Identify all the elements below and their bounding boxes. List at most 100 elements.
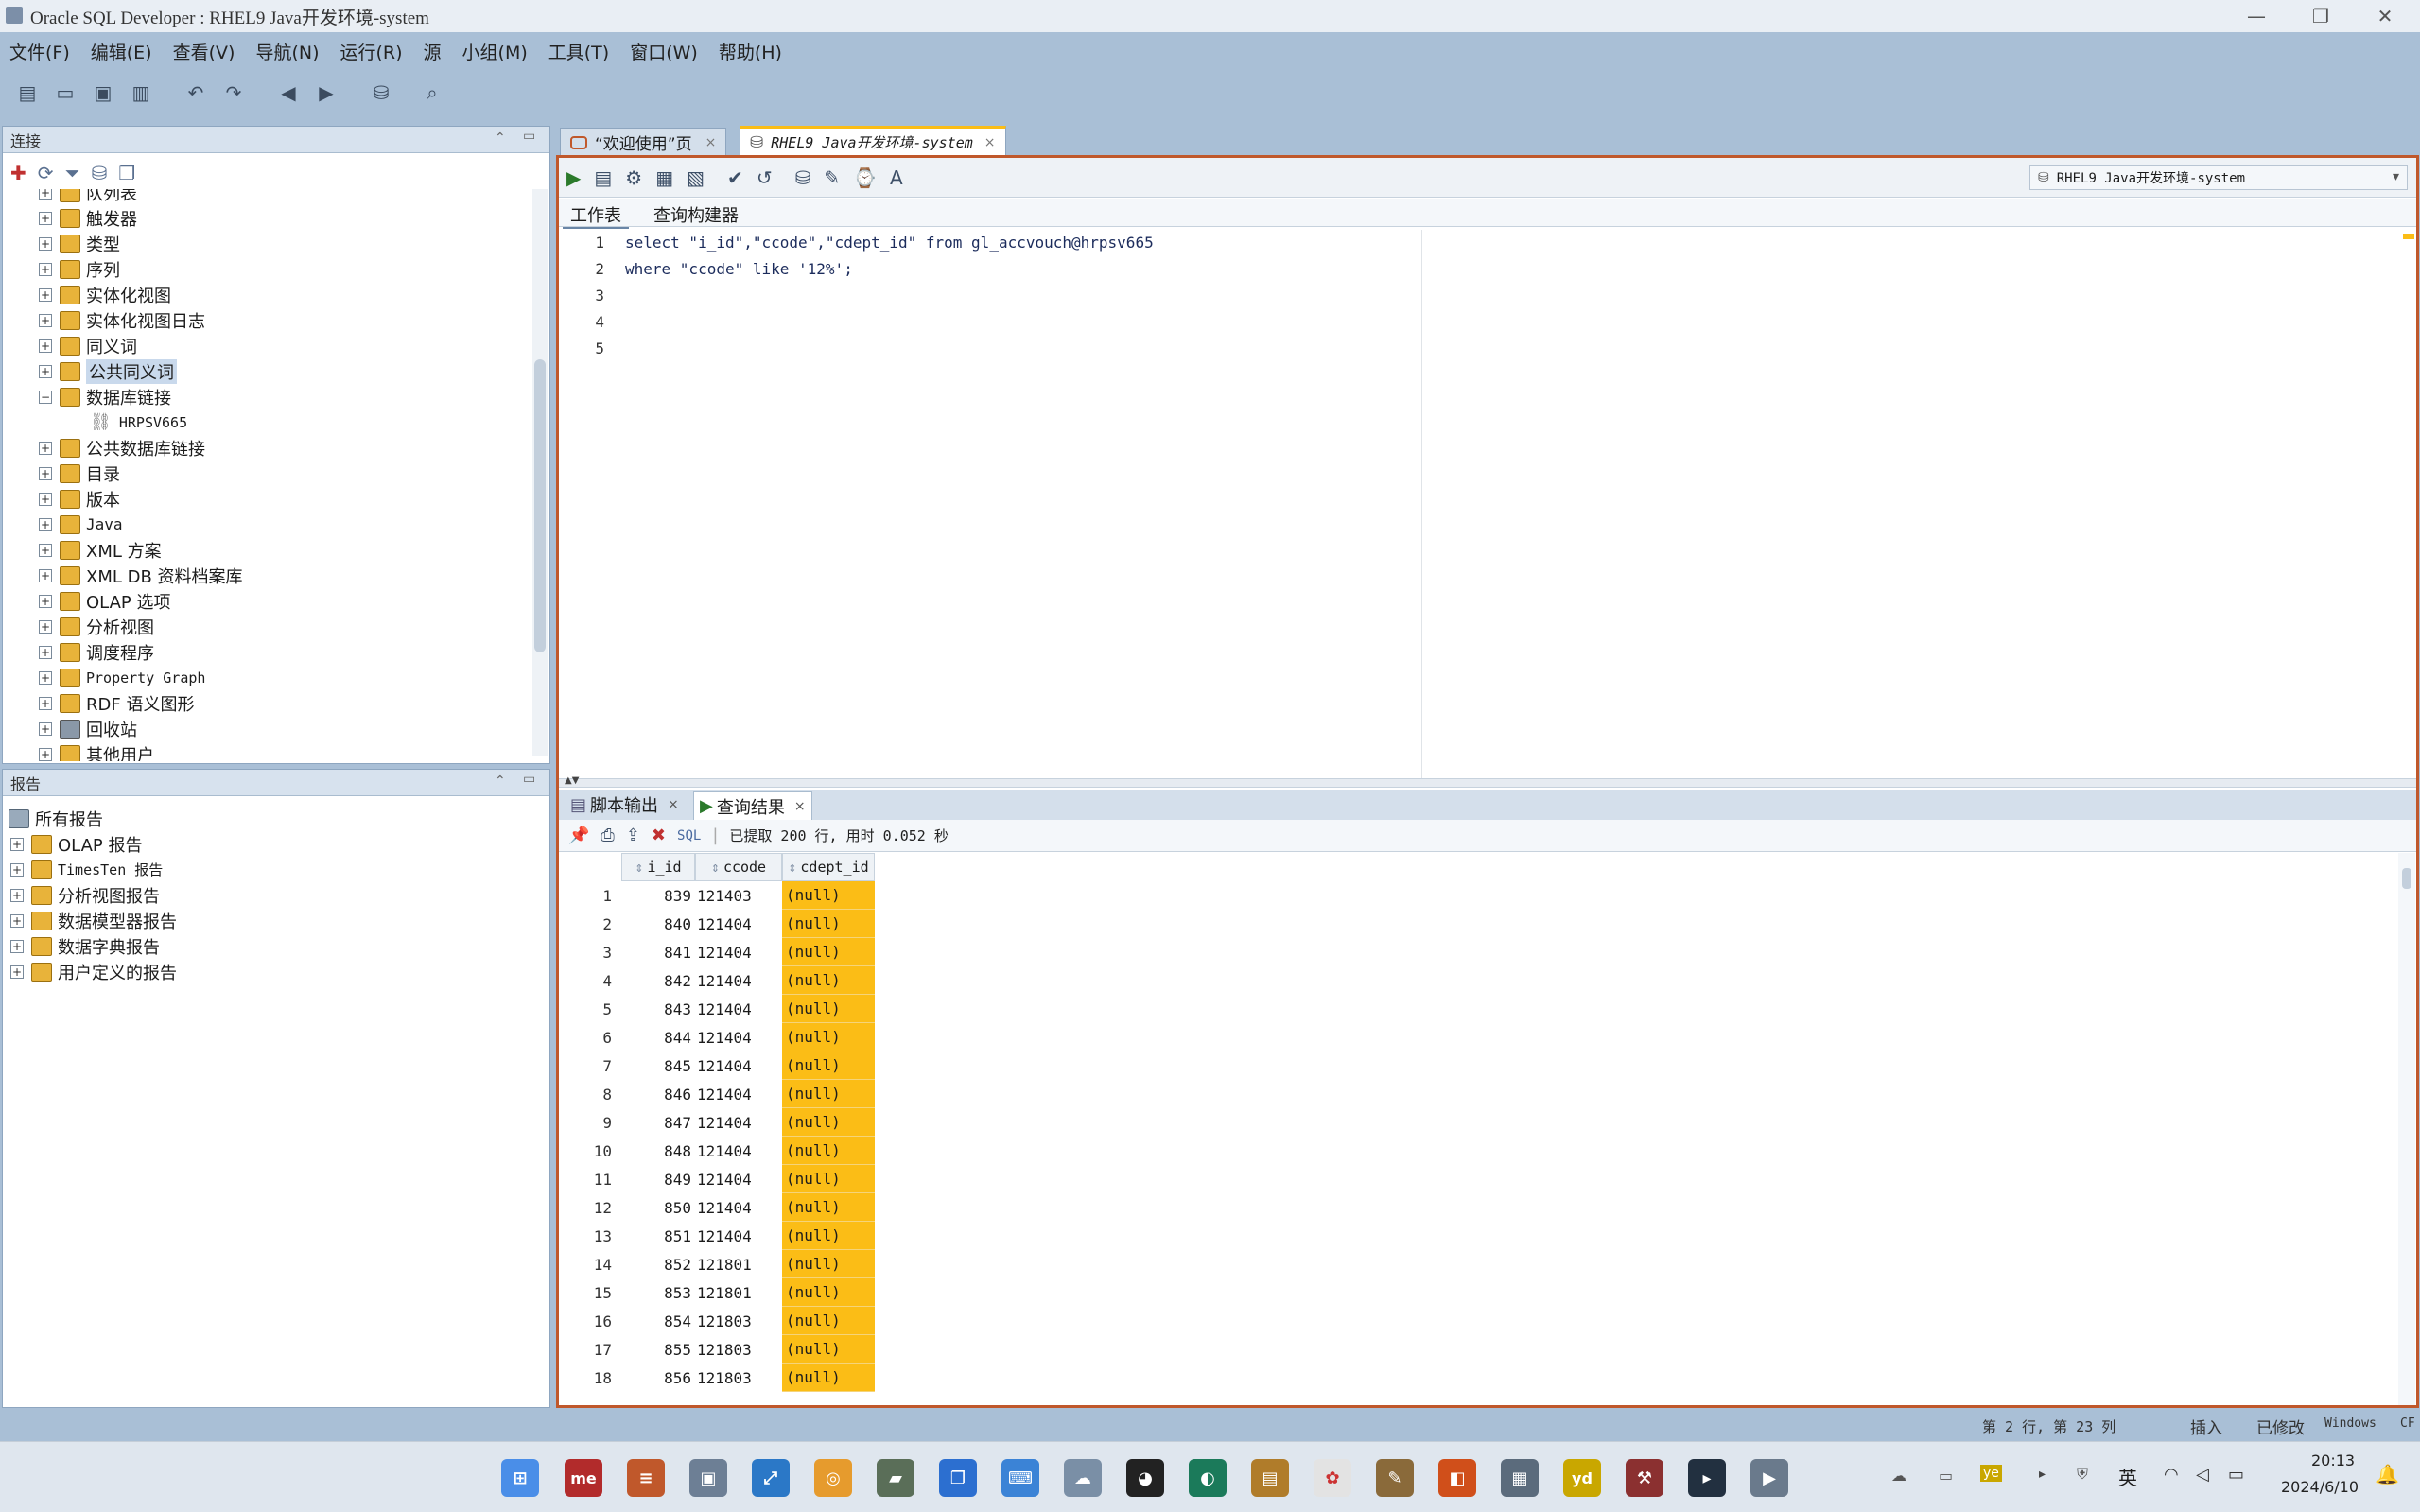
shield-icon[interactable]: ⛨ <box>2077 1465 2088 1484</box>
unshared-icon[interactable]: ⛁ <box>795 166 811 189</box>
tree-item[interactable]: + 分析视图 <box>39 614 154 639</box>
tab-query-builder[interactable]: 查询构建器 <box>653 202 739 227</box>
close-tab-icon[interactable]: × <box>705 135 717 150</box>
photo-icon[interactable]: ▰ <box>877 1459 914 1497</box>
table-row[interactable]: 18 856 121803 (null) <box>559 1364 875 1392</box>
refresh-icon[interactable]: ⟳ <box>38 162 54 184</box>
tree-item[interactable]: + Property Graph <box>39 665 205 690</box>
cell-ccode[interactable]: 121803 <box>695 1312 782 1330</box>
cell-cdept-id[interactable]: (null) <box>782 1080 875 1108</box>
cell-cdept-id[interactable]: (null) <box>782 1051 875 1080</box>
sql-link[interactable]: SQL <box>677 828 701 843</box>
tree-item[interactable]: + 实体化视图日志 <box>39 307 205 333</box>
maximize-button[interactable]: ❐ <box>2292 0 2349 32</box>
open-folder-icon[interactable]: ▭ <box>51 78 79 107</box>
commit-icon[interactable]: ✔ <box>727 166 743 189</box>
table-row[interactable]: 3 841 121404 (null) <box>559 938 875 966</box>
tool-icon-2[interactable]: ⚒ <box>1626 1459 1663 1497</box>
cell-i-id[interactable]: 852 <box>621 1256 695 1274</box>
report-item[interactable]: + 数据字典报告 <box>10 933 160 959</box>
cell-i-id[interactable]: 847 <box>621 1114 695 1132</box>
editor-icon[interactable]: ✎ <box>1376 1459 1414 1497</box>
app-icon-2[interactable]: ▤ <box>1251 1459 1289 1497</box>
tree-scrollbar[interactable] <box>532 189 548 756</box>
cell-i-id[interactable]: 851 <box>621 1227 695 1245</box>
cell-i-id[interactable]: 839 <box>621 887 695 905</box>
close-button[interactable]: ✕ <box>2357 0 2413 32</box>
cell-ccode[interactable]: 121404 <box>695 1057 782 1075</box>
cell-i-id[interactable]: 853 <box>621 1284 695 1302</box>
menu-help[interactable]: 帮助(H) <box>719 39 782 64</box>
collapse-icon[interactable]: ⌃ <box>495 130 506 146</box>
table-row[interactable]: 12 850 121404 (null) <box>559 1193 875 1222</box>
minimize-panel-icon[interactable]: ▭ <box>523 772 535 787</box>
add-connection-icon[interactable]: ✚ <box>10 162 26 184</box>
cell-ccode[interactable]: 121404 <box>695 1227 782 1245</box>
table-row[interactable]: 2 840 121404 (null) <box>559 910 875 938</box>
cell-cdept-id[interactable]: (null) <box>782 1250 875 1278</box>
report-item[interactable]: + TimesTen 报告 <box>10 857 163 882</box>
table-row[interactable]: 17 855 121803 (null) <box>559 1335 875 1364</box>
cell-ccode[interactable]: 121404 <box>695 1086 782 1104</box>
tree-item[interactable]: + 公共数据库链接 <box>39 435 205 461</box>
cell-cdept-id[interactable]: (null) <box>782 1023 875 1051</box>
cell-ccode[interactable]: 121803 <box>695 1369 782 1387</box>
cell-i-id[interactable]: 841 <box>621 944 695 962</box>
tree-item[interactable]: + 队列表 <box>39 189 137 205</box>
calculator-icon[interactable]: ▦ <box>1501 1459 1539 1497</box>
youdao-icon[interactable]: yd <box>1563 1459 1601 1497</box>
cell-ccode[interactable]: 121403 <box>695 887 782 905</box>
tree-item-expanded[interactable]: − 数据库链接 <box>39 384 171 409</box>
save-icon[interactable]: ▣ <box>89 78 117 107</box>
cell-ccode[interactable]: 121803 <box>695 1341 782 1359</box>
history-icon[interactable]: ⌚ <box>853 166 877 189</box>
menu-window[interactable]: 窗口(W) <box>630 39 698 64</box>
tool-icon[interactable]: ⤢ <box>752 1459 790 1497</box>
table-row[interactable]: 14 852 121801 (null) <box>559 1250 875 1278</box>
tree-item[interactable]: + XML DB 资料档案库 <box>39 563 243 588</box>
cell-ccode[interactable]: 121801 <box>695 1256 782 1274</box>
table-row[interactable]: 6 844 121404 (null) <box>559 1023 875 1051</box>
table-row[interactable]: 7 845 121404 (null) <box>559 1051 875 1080</box>
clock-date[interactable]: 2024/6/10 <box>2281 1478 2359 1496</box>
chat-icon[interactable]: ☁ <box>1064 1459 1102 1497</box>
tree-item[interactable]: + 同义词 <box>39 333 137 358</box>
tree-child-dblink[interactable]: ⛓ HRPSV665 <box>90 409 187 435</box>
cell-cdept-id[interactable]: (null) <box>782 995 875 1023</box>
tab-script-output[interactable]: ▤ 脚本输出 × <box>565 791 685 818</box>
terminal-icon[interactable]: ⌨ <box>1001 1459 1039 1497</box>
cell-cdept-id[interactable]: (null) <box>782 1307 875 1335</box>
table-row[interactable]: 11 849 121404 (null) <box>559 1165 875 1193</box>
cell-ccode[interactable]: 121404 <box>695 1000 782 1018</box>
app-me-icon[interactable]: me <box>565 1459 602 1497</box>
cell-i-id[interactable]: 850 <box>621 1199 695 1217</box>
reports-root[interactable]: 所有报告 <box>9 806 103 831</box>
tray-icon[interactable]: ▭ <box>1939 1467 1953 1485</box>
cell-ccode[interactable]: 121801 <box>695 1284 782 1302</box>
cell-cdept-id[interactable]: (null) <box>782 1108 875 1137</box>
cell-i-id[interactable]: 843 <box>621 1000 695 1018</box>
tree-item[interactable]: + OLAP 选项 <box>39 588 171 614</box>
tree-item[interactable]: + XML 方案 <box>39 537 162 563</box>
ime-indicator[interactable]: 英 <box>2118 1463 2137 1490</box>
cell-i-id[interactable]: 845 <box>621 1057 695 1075</box>
battery-icon[interactable]: ▭ <box>2228 1465 2244 1485</box>
tree-item[interactable]: + 触发器 <box>39 205 137 231</box>
rollback-icon[interactable]: ↺ <box>757 166 773 189</box>
cell-ccode[interactable]: 121404 <box>695 1171 782 1189</box>
grid-scrollbar[interactable] <box>2398 853 2415 1405</box>
scroll-thumb[interactable] <box>534 359 546 652</box>
column-header[interactable]: ⇕ ccode <box>695 853 782 881</box>
tab-welcome[interactable]: “欢迎使用”页 × <box>560 128 727 156</box>
cell-i-id[interactable]: 848 <box>621 1142 695 1160</box>
close-tab-icon[interactable]: × <box>984 135 996 150</box>
tree-item[interactable]: + 目录 <box>39 461 120 486</box>
column-header[interactable]: ⇕ cdept_id <box>782 853 875 881</box>
close-tab-icon[interactable]: × <box>668 797 679 812</box>
table-row[interactable]: 10 848 121404 (null) <box>559 1137 875 1165</box>
table-row[interactable]: 13 851 121404 (null) <box>559 1222 875 1250</box>
copy-icon[interactable]: ❐ <box>118 162 135 184</box>
report-item[interactable]: + 分析视图报告 <box>10 882 160 908</box>
collapse-arrows-icon[interactable]: ▲▼ <box>565 775 579 786</box>
tree-item[interactable]: + Java <box>39 512 123 537</box>
